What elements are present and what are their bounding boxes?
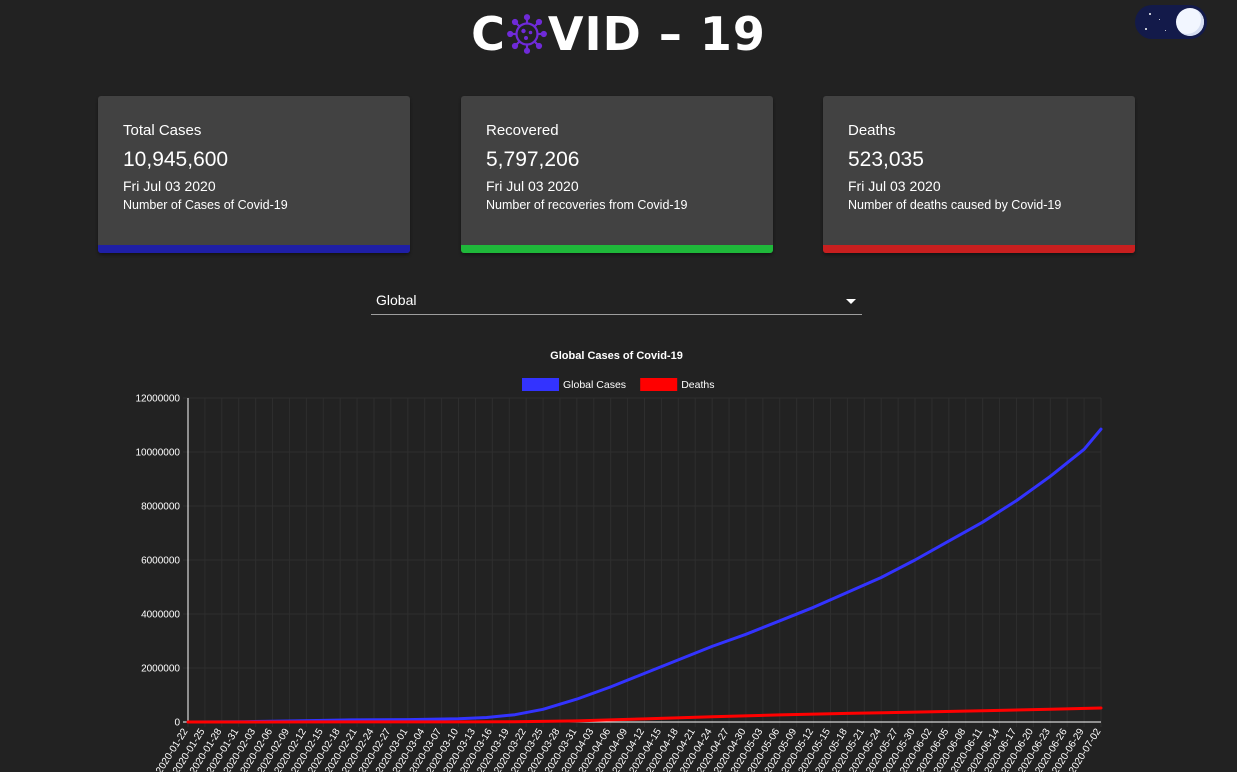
- moon-icon: [1176, 8, 1204, 36]
- card-accent-bar: [461, 245, 773, 253]
- country-select[interactable]: Global: [371, 290, 862, 315]
- y-tick-label: 0: [174, 718, 180, 729]
- y-tick-label: 12000000: [136, 394, 181, 405]
- card-description: Number of deaths caused by Covid-19: [848, 198, 1062, 212]
- card-value: 523,035: [848, 148, 924, 171]
- card-date: Fri Jul 03 2020: [486, 178, 579, 194]
- legend-label: Global Cases: [563, 379, 626, 391]
- card-description: Number of recoveries from Covid-19: [486, 198, 688, 212]
- y-tick-label: 8000000: [141, 502, 180, 513]
- card-description: Number of Cases of Covid-19: [123, 198, 288, 212]
- logo-text-c: C: [471, 7, 506, 61]
- card-accent-bar: [98, 245, 410, 253]
- y-tick-label: 6000000: [141, 556, 180, 567]
- legend-swatch: [640, 378, 678, 391]
- y-tick-label: 2000000: [141, 664, 180, 675]
- country-select-value: Global: [376, 292, 417, 308]
- chart-title: Global Cases of Covid-19: [550, 350, 683, 362]
- card-value: 10,945,600: [123, 148, 229, 171]
- virus-icon: [507, 14, 547, 54]
- card-title: Total Cases: [123, 122, 202, 139]
- dark-mode-toggle[interactable]: [1135, 5, 1207, 39]
- card-title: Deaths: [848, 122, 896, 139]
- card-accent-bar: [823, 245, 1135, 253]
- card-total-cases: Total Cases 10,945,600 Fri Jul 03 2020 N…: [98, 96, 410, 253]
- legend-swatch: [522, 378, 559, 391]
- card-title: Recovered: [486, 122, 559, 139]
- card-date: Fri Jul 03 2020: [123, 178, 216, 194]
- logo-text-rest: VID – 19: [547, 7, 766, 61]
- chevron-down-icon: [846, 299, 856, 304]
- app-logo: C VID – 19: [471, 11, 766, 57]
- star-icon: [1149, 13, 1151, 15]
- star-icon: [1159, 19, 1160, 20]
- card-recovered: Recovered 5,797,206 Fri Jul 03 2020 Numb…: [461, 96, 773, 253]
- card-deaths: Deaths 523,035 Fri Jul 03 2020 Number of…: [823, 96, 1135, 253]
- y-tick-label: 10000000: [136, 448, 181, 459]
- cases-line-chart: Global Cases of Covid-19 Global Cases Deat…: [136, 350, 1104, 772]
- star-icon: [1165, 30, 1166, 31]
- legend-label: Deaths: [681, 379, 714, 391]
- star-icon: [1145, 28, 1147, 30]
- card-date: Fri Jul 03 2020: [848, 178, 941, 194]
- header: C VID – 19: [0, 6, 1237, 62]
- y-tick-label: 4000000: [141, 610, 180, 621]
- card-value: 5,797,206: [486, 148, 580, 171]
